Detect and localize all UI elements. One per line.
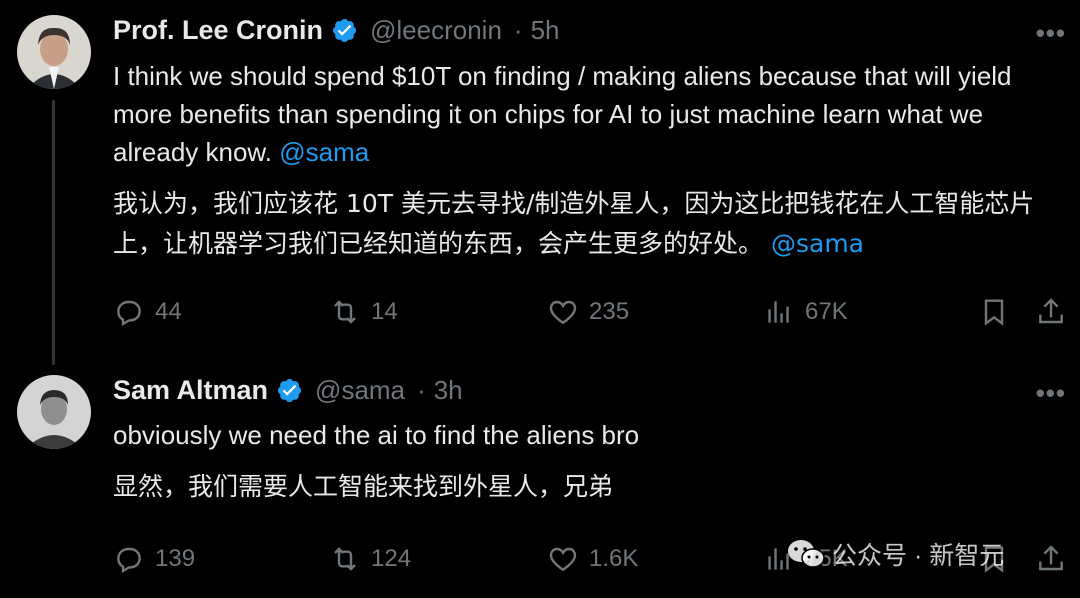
share-icon	[1039, 298, 1063, 324]
retweet-count: 14	[371, 298, 398, 325]
separator: ·	[417, 375, 426, 405]
reply-button[interactable]: 44	[113, 296, 182, 328]
share-icon	[1039, 545, 1063, 571]
avatar[interactable]	[17, 375, 91, 449]
author-name[interactable]: Prof. Lee Cronin	[113, 15, 323, 46]
mention-link[interactable]: @sama	[279, 137, 369, 167]
reply-icon	[117, 547, 141, 574]
more-options-icon[interactable]: •••	[1036, 18, 1066, 49]
analytics-icon	[768, 301, 789, 323]
like-count: 235	[589, 298, 630, 325]
tweet-text-cn: 显然，我们需要人工智能来找到外星人，兄弟	[113, 468, 1063, 506]
tweet-translation: 我认为，我们应该花 10T 美元去寻找/制造外星人，因为这比把钱花在人工智能芯片…	[113, 189, 1035, 258]
retweet-icon	[334, 300, 356, 324]
retweet-count: 124	[371, 545, 412, 572]
bookmark-button[interactable]	[978, 296, 1010, 328]
timestamp[interactable]: 5h	[531, 15, 560, 46]
views-button[interactable]: 67K	[763, 296, 848, 328]
tweet-translation: 显然，我们需要人工智能来找到外星人，兄弟	[113, 472, 614, 501]
verified-badge-icon	[276, 377, 303, 404]
tweet-body: I think we should spend $10T on finding …	[113, 61, 1012, 167]
author-name[interactable]: Sam Altman	[113, 375, 268, 406]
reply-count: 139	[155, 545, 196, 572]
mention-link[interactable]: @sama	[771, 229, 864, 258]
tweet-text-en: obviously we need the ai to find the ali…	[113, 416, 1063, 454]
bookmark-icon	[984, 299, 1004, 326]
tweet-header: Sam Altman @sama · 3h	[113, 375, 463, 406]
avatar[interactable]	[17, 15, 91, 89]
reply-button[interactable]: 139	[113, 543, 195, 575]
watermark: 公众号 · 新智元	[786, 536, 1004, 572]
view-count: 67K	[805, 298, 848, 325]
tweet-header: Prof. Lee Cronin @leecronin · 5h	[113, 15, 560, 46]
author-handle[interactable]: @sama	[315, 375, 405, 406]
tweet-text-cn: 我认为，我们应该花 10T 美元去寻找/制造外星人，因为这比把钱花在人工智能芯片…	[113, 184, 1063, 264]
wechat-icon	[788, 540, 825, 568]
tweet-text-en: I think we should spend $10T on finding …	[113, 57, 1063, 171]
like-button[interactable]: 235	[547, 296, 629, 328]
like-button[interactable]: 1.6K	[547, 543, 638, 575]
share-button[interactable]	[1035, 296, 1067, 328]
reply-icon	[117, 300, 141, 327]
retweet-icon	[334, 547, 356, 571]
timestamp[interactable]: 3h	[434, 375, 463, 406]
heart-icon	[549, 300, 577, 325]
action-bar: 44 14 235 67K	[113, 296, 1073, 336]
verified-badge-icon	[331, 17, 358, 44]
more-options-icon[interactable]: •••	[1036, 378, 1066, 409]
author-handle[interactable]: @leecronin	[370, 15, 502, 46]
like-count: 1.6K	[589, 545, 639, 572]
retweet-button[interactable]: 124	[329, 543, 411, 575]
separator: ·	[513, 15, 523, 45]
reply-count: 44	[155, 298, 182, 325]
watermark-text: 公众号 · 新智元	[832, 542, 1005, 570]
tweet-lee-cronin[interactable]: Prof. Lee Cronin @leecronin · 5h ••• I t…	[0, 0, 1080, 360]
retweet-button[interactable]: 14	[329, 296, 398, 328]
tweet-body: obviously we need the ai to find the ali…	[113, 420, 640, 450]
heart-icon	[549, 547, 577, 572]
share-button[interactable]	[1035, 543, 1067, 575]
